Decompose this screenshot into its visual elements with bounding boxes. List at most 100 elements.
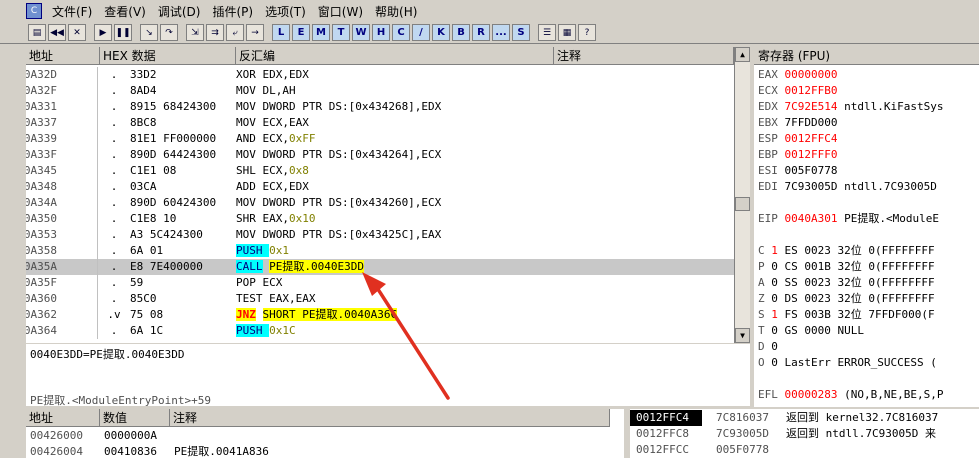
toolbar-dots-button[interactable]: ...: [492, 24, 510, 41]
scroll-up-icon[interactable]: ▲: [735, 47, 750, 62]
disasm-row[interactable]: 0040A32D. 33D2 XOR EDX,EDX: [26, 67, 734, 83]
execute-till-return-icon[interactable]: ⤶: [226, 24, 244, 41]
dump-header-comment[interactable]: 注释: [170, 409, 610, 427]
register-line[interactable]: D 0: [758, 339, 785, 355]
register-line[interactable]: S 1 FS 003B 32位 7FFDF000(F: [758, 307, 935, 323]
disasm-row[interactable]: 0040A362 .v 75 08 JNZ SHORT PE提取.0040A36C: [26, 307, 734, 323]
menu-file[interactable]: 文件(F): [46, 3, 98, 20]
register-line[interactable]: O 0 LastErr ERROR_SUCCESS (: [758, 355, 937, 371]
register-line[interactable]: EDI 7C93005D ntdll.7C93005D: [758, 179, 937, 195]
register-line[interactable]: [758, 403, 771, 407]
go-to-icon[interactable]: →: [246, 24, 264, 41]
register-line[interactable]: ESI 005F0778: [758, 163, 844, 179]
stack-row[interactable]: 0012FFC4 7C816037 返回到 kernel32.7C816037: [630, 410, 979, 426]
register-line[interactable]: EFL 00000283 (NO,B,NE,BE,S,P: [758, 387, 943, 403]
register-line[interactable]: C 1 ES 0023 32位 0(FFFFFFFF: [758, 243, 935, 259]
toolbar-w-button[interactable]: W: [352, 24, 370, 41]
disasm-row[interactable]: 0040A331. 8915 68424300 MOV DWORD PTR DS:[…: [26, 99, 734, 115]
registers-pane[interactable]: 寄存器 (FPU) EAX 00000000 ECX 0012FFB0 EDX …: [754, 47, 979, 407]
disasm-row[interactable]: 0040A360. 85C0 TEST EAX,EAX: [26, 291, 734, 307]
disasm-row[interactable]: 0040A35F. 59 POP ECX: [26, 275, 734, 291]
close-icon[interactable]: ✕: [68, 24, 86, 41]
register-line[interactable]: ESP 0012FFC4: [758, 131, 844, 147]
register-line[interactable]: [758, 227, 771, 243]
disasm-row[interactable]: 0040A348. 03CA ADD ECX,EDX: [26, 179, 734, 195]
register-line[interactable]: EAX 00000000: [758, 67, 844, 83]
register-line[interactable]: A 0 SS 0023 32位 0(FFFFFFFF: [758, 275, 935, 291]
trace-over-icon[interactable]: ⇉: [206, 24, 224, 41]
menu-debug[interactable]: 调试(D): [152, 3, 207, 20]
disasm-row[interactable]: 0040A350. C1E8 10 SHR EAX,0x10: [26, 211, 734, 227]
dump-header-value[interactable]: 数值: [100, 409, 170, 427]
disasm-row[interactable]: 0040A345. C1E1 08 SHL ECX,0x8: [26, 163, 734, 179]
scroll-down-icon[interactable]: ▼: [735, 328, 750, 343]
grid-icon[interactable]: ▦: [558, 24, 576, 41]
row-address: 0040A34A: [26, 195, 98, 211]
column-header-comment[interactable]: 注释: [554, 47, 734, 65]
open-icon[interactable]: ▤: [28, 24, 46, 41]
menu-plugins[interactable]: 插件(P): [206, 3, 259, 20]
stack-row[interactable]: 0012FFC8 7C93005D 返回到 ntdll.7C93005D 来: [630, 426, 979, 442]
stack-row[interactable]: 0012FFCC 005F0778: [630, 442, 979, 458]
register-line[interactable]: EBP 0012FFF0: [758, 147, 844, 163]
stack-pane[interactable]: 0012FFC4 7C816037 返回到 kernel32.7C816037 001…: [630, 409, 979, 458]
help-icon[interactable]: ?: [578, 24, 596, 41]
register-line[interactable]: [758, 195, 771, 211]
disasm-row[interactable]: 0040A353. A3 5C424300 MOV DWORD PTR DS:[0x…: [26, 227, 734, 243]
trace-into-icon[interactable]: ⇲: [186, 24, 204, 41]
dump-pane[interactable]: 地址 数值 注释 00426000 0000000A 00426004 0041083…: [26, 409, 624, 458]
disasm-row[interactable]: 0040A337. 8BC8 MOV ECX,EAX: [26, 115, 734, 131]
restart-icon[interactable]: ◀◀: [48, 24, 66, 41]
column-header-disasm[interactable]: 反汇编: [236, 47, 554, 65]
menu-help[interactable]: 帮助(H): [369, 3, 423, 20]
toolbar-r-button[interactable]: R: [472, 24, 490, 41]
toolbar-b-button[interactable]: B: [452, 24, 470, 41]
scroll-thumb[interactable]: [735, 197, 750, 211]
register-line[interactable]: ECX 0012FFB0: [758, 83, 844, 99]
menu-view[interactable]: 查看(V): [98, 3, 152, 20]
register-line[interactable]: EIP 0040A301 PE提取.<ModuleE: [758, 211, 939, 227]
register-line[interactable]: Z 0 DS 0023 32位 0(FFFFFFFF: [758, 291, 935, 307]
register-extra: LastErr ERROR_SUCCESS (: [784, 356, 937, 369]
disasm-row[interactable]: 0040A364. 6A 1C PUSH 0x1C: [26, 323, 734, 339]
disasm-scrollbar[interactable]: ▲ ▼: [734, 47, 750, 343]
register-extra: (NO,B,NE,BE,S,P: [844, 388, 944, 401]
register-line[interactable]: EBX 7FFDD000: [758, 115, 844, 131]
dump-row[interactable]: 00426000 0000000A: [26, 428, 624, 444]
register-line[interactable]: P 0 CS 001B 32位 0(FFFFFFFF: [758, 259, 935, 275]
toolbar-h-button[interactable]: H: [372, 24, 390, 41]
toolbar-s-button[interactable]: S: [512, 24, 530, 41]
disassembly-pane[interactable]: 地址 HEX 数据 反汇编 注释 0040A32D. 33D2 XOR EDX,ED…: [26, 47, 750, 343]
toolbar-slash-button[interactable]: /: [412, 24, 430, 41]
toolbar-t-button[interactable]: T: [332, 24, 350, 41]
register-line[interactable]: T 0 GS 0000 NULL: [758, 323, 864, 339]
disasm-row[interactable]: 0040A339. 81E1 FF000000 AND ECX,0xFF: [26, 131, 734, 147]
dump-header-address[interactable]: 地址: [26, 409, 100, 427]
register-value: 0012FFF0: [784, 148, 838, 161]
disasm-row[interactable]: 0040A35A. E8 7E400000 CALL PE提取.0040E3DD: [26, 259, 734, 275]
run-icon[interactable]: ▶: [94, 24, 112, 41]
toolbar-k-button[interactable]: K: [432, 24, 450, 41]
column-header-address[interactable]: 地址: [26, 47, 100, 65]
menu-options[interactable]: 选项(T): [259, 3, 312, 20]
toolbar-e-button[interactable]: E: [292, 24, 310, 41]
list-icon[interactable]: ☰: [538, 24, 556, 41]
column-header-hex[interactable]: HEX 数据: [100, 47, 236, 65]
step-over-icon[interactable]: ↷: [160, 24, 178, 41]
pause-icon[interactable]: ❚❚: [114, 24, 132, 41]
toolbar-m-button[interactable]: M: [312, 24, 330, 41]
row-address: 0040A362: [26, 307, 98, 323]
register-line[interactable]: [758, 371, 771, 387]
menu-window[interactable]: 窗口(W): [312, 3, 369, 20]
toolbar-c-button[interactable]: C: [392, 24, 410, 41]
register-line[interactable]: EDX 7C92E514 ntdll.KiFastSys: [758, 99, 943, 115]
toolbar-l-button[interactable]: L: [272, 24, 290, 41]
step-into-icon[interactable]: ↘: [140, 24, 158, 41]
dump-row[interactable]: 00426004 00410836 PE提取.0041A836: [26, 444, 624, 458]
disasm-row[interactable]: 0040A34A. 890D 60424300 MOV DWORD PTR DS:[…: [26, 195, 734, 211]
disasm-row[interactable]: 0040A33F. 890D 64424300 MOV DWORD PTR DS:[…: [26, 147, 734, 163]
register-name: D: [758, 340, 765, 353]
disasm-row[interactable]: 0040A358. 6A 01 PUSH 0x1: [26, 243, 734, 259]
row-hex: C1E8 10: [130, 212, 177, 225]
disasm-row[interactable]: 0040A32F. 8AD4 MOV DL,AH: [26, 83, 734, 99]
